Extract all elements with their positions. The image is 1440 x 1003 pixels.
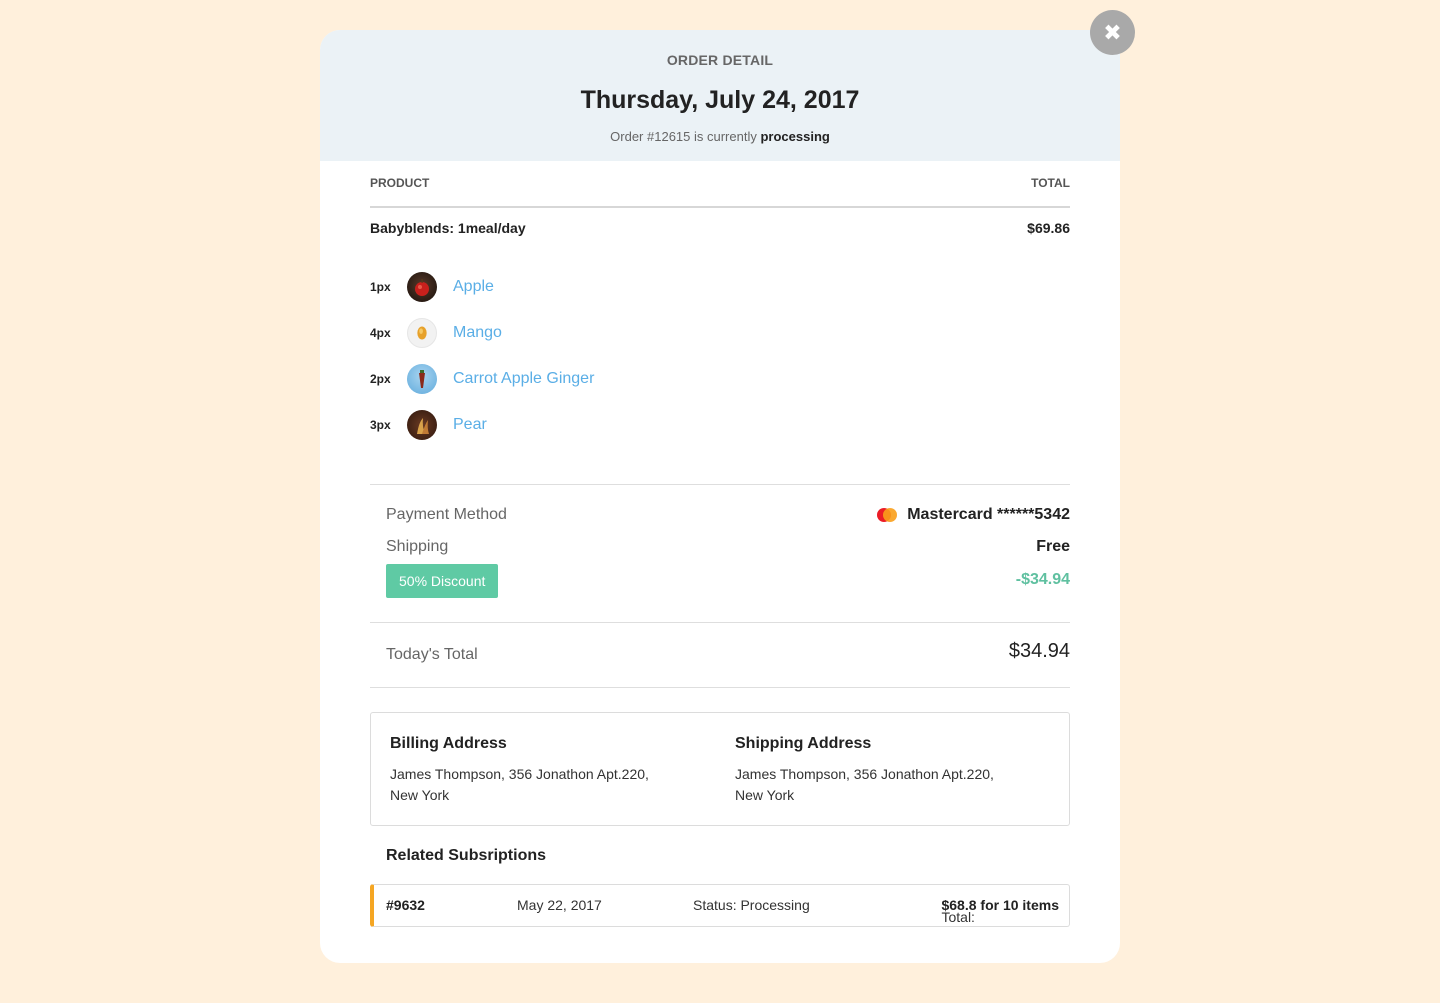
- total-label: Today's Total: [386, 646, 478, 663]
- plan-name: Babyblends: 1meal/day: [370, 220, 526, 236]
- column-total: TOTAL: [1031, 176, 1070, 190]
- payment-method-value: Mastercard ******5342: [907, 506, 1070, 523]
- related-subscriptions-title: Related Subsriptions: [386, 847, 547, 864]
- apple-thumbnail: [407, 272, 437, 302]
- subscription-total-prefix: Total:: [941, 909, 975, 925]
- order-header: ORDER DETAIL Thursday, July 24, 2017 Ord…: [320, 30, 1120, 161]
- subscription-date: May 22, 2017: [517, 897, 602, 913]
- item-quantity: 3px: [370, 418, 391, 432]
- billing-address-line2: New York: [390, 787, 450, 803]
- divider: [370, 484, 1070, 485]
- product-link-mango[interactable]: Mango: [453, 324, 502, 342]
- mango-thumbnail: [407, 318, 437, 348]
- divider: [370, 622, 1070, 623]
- billing-address-title: Billing Address: [390, 735, 507, 752]
- header-label: ORDER DETAIL: [666, 52, 774, 68]
- list-item: 4px Mango: [370, 310, 1070, 356]
- payment-method-label: Payment Method: [386, 506, 507, 523]
- subscription-id: #9632: [386, 897, 425, 913]
- shipping-value: Free: [1036, 538, 1070, 555]
- item-quantity: 1px: [370, 280, 391, 294]
- address-box: Billing Address James Thompson, 356 Jona…: [370, 712, 1070, 826]
- close-button[interactable]: ✖: [1090, 10, 1135, 55]
- order-content: PRODUCT TOTAL Babyblends: 1meal/day $69.…: [370, 161, 1070, 963]
- shipping-address-line1: James Thompson, 356 Jonathon Apt.220,: [735, 766, 994, 782]
- product-link-apple[interactable]: Apple: [453, 278, 494, 296]
- product-list: 1px Apple 4px Mango 2px Carrot Apple Gin…: [370, 264, 1070, 448]
- mastercard-icon: [877, 507, 898, 522]
- carrot-thumbnail: [407, 364, 437, 394]
- plan-total: $69.86: [1027, 220, 1070, 236]
- product-link-pear[interactable]: Pear: [453, 416, 487, 434]
- payment-method-value-wrap: Mastercard ******5342: [877, 506, 1070, 524]
- shipping-address-line2: New York: [735, 787, 795, 803]
- list-item: 1px Apple: [370, 264, 1070, 310]
- billing-address-line1: James Thompson, 356 Jonathon Apt.220,: [390, 766, 649, 782]
- item-quantity: 2px: [370, 372, 391, 386]
- shipping-label: Shipping: [386, 538, 449, 555]
- order-status-line: Order #12615 is currently processing: [320, 129, 1120, 144]
- order-detail-modal: ORDER DETAIL Thursday, July 24, 2017 Ord…: [320, 30, 1120, 963]
- shipping-address-title: Shipping Address: [735, 735, 872, 752]
- list-item: 2px Carrot Apple Ginger: [370, 356, 1070, 402]
- order-status-prefix: Order #12615 is currently: [610, 129, 757, 144]
- list-item: 3px Pear: [370, 402, 1070, 448]
- divider: [370, 687, 1070, 688]
- pear-thumbnail: [407, 410, 437, 440]
- product-link-carrot-apple-ginger[interactable]: Carrot Apple Ginger: [453, 370, 594, 388]
- shipping-row: Shipping Free: [386, 538, 1070, 556]
- discount-badge: 50% Discount: [386, 564, 499, 598]
- column-product: PRODUCT: [370, 176, 430, 190]
- order-status: processing: [760, 129, 830, 144]
- billing-address: Billing Address James Thompson, 356 Jona…: [390, 735, 680, 806]
- item-quantity: 4px: [370, 326, 391, 340]
- payment-method-row: Payment Method Mastercard ******5342: [386, 506, 1070, 524]
- subscription-total: Total: $68.8 for 10 items: [941, 897, 1059, 925]
- discount-value: -$34.94: [1015, 571, 1070, 588]
- shipping-address: Shipping Address James Thompson, 356 Jon…: [735, 735, 1025, 806]
- order-date: Thursday, July 24, 2017: [580, 86, 860, 114]
- total-value: $34.94: [1008, 640, 1070, 662]
- close-icon: ✖: [1103, 19, 1122, 45]
- subscription-row[interactable]: #9632 May 22, 2017 Status: Processing To…: [370, 884, 1070, 927]
- subscription-status: Status: Processing: [693, 897, 810, 913]
- plan-row: Babyblends: 1meal/day $69.86: [370, 220, 1070, 236]
- table-header: PRODUCT TOTAL: [370, 176, 1070, 208]
